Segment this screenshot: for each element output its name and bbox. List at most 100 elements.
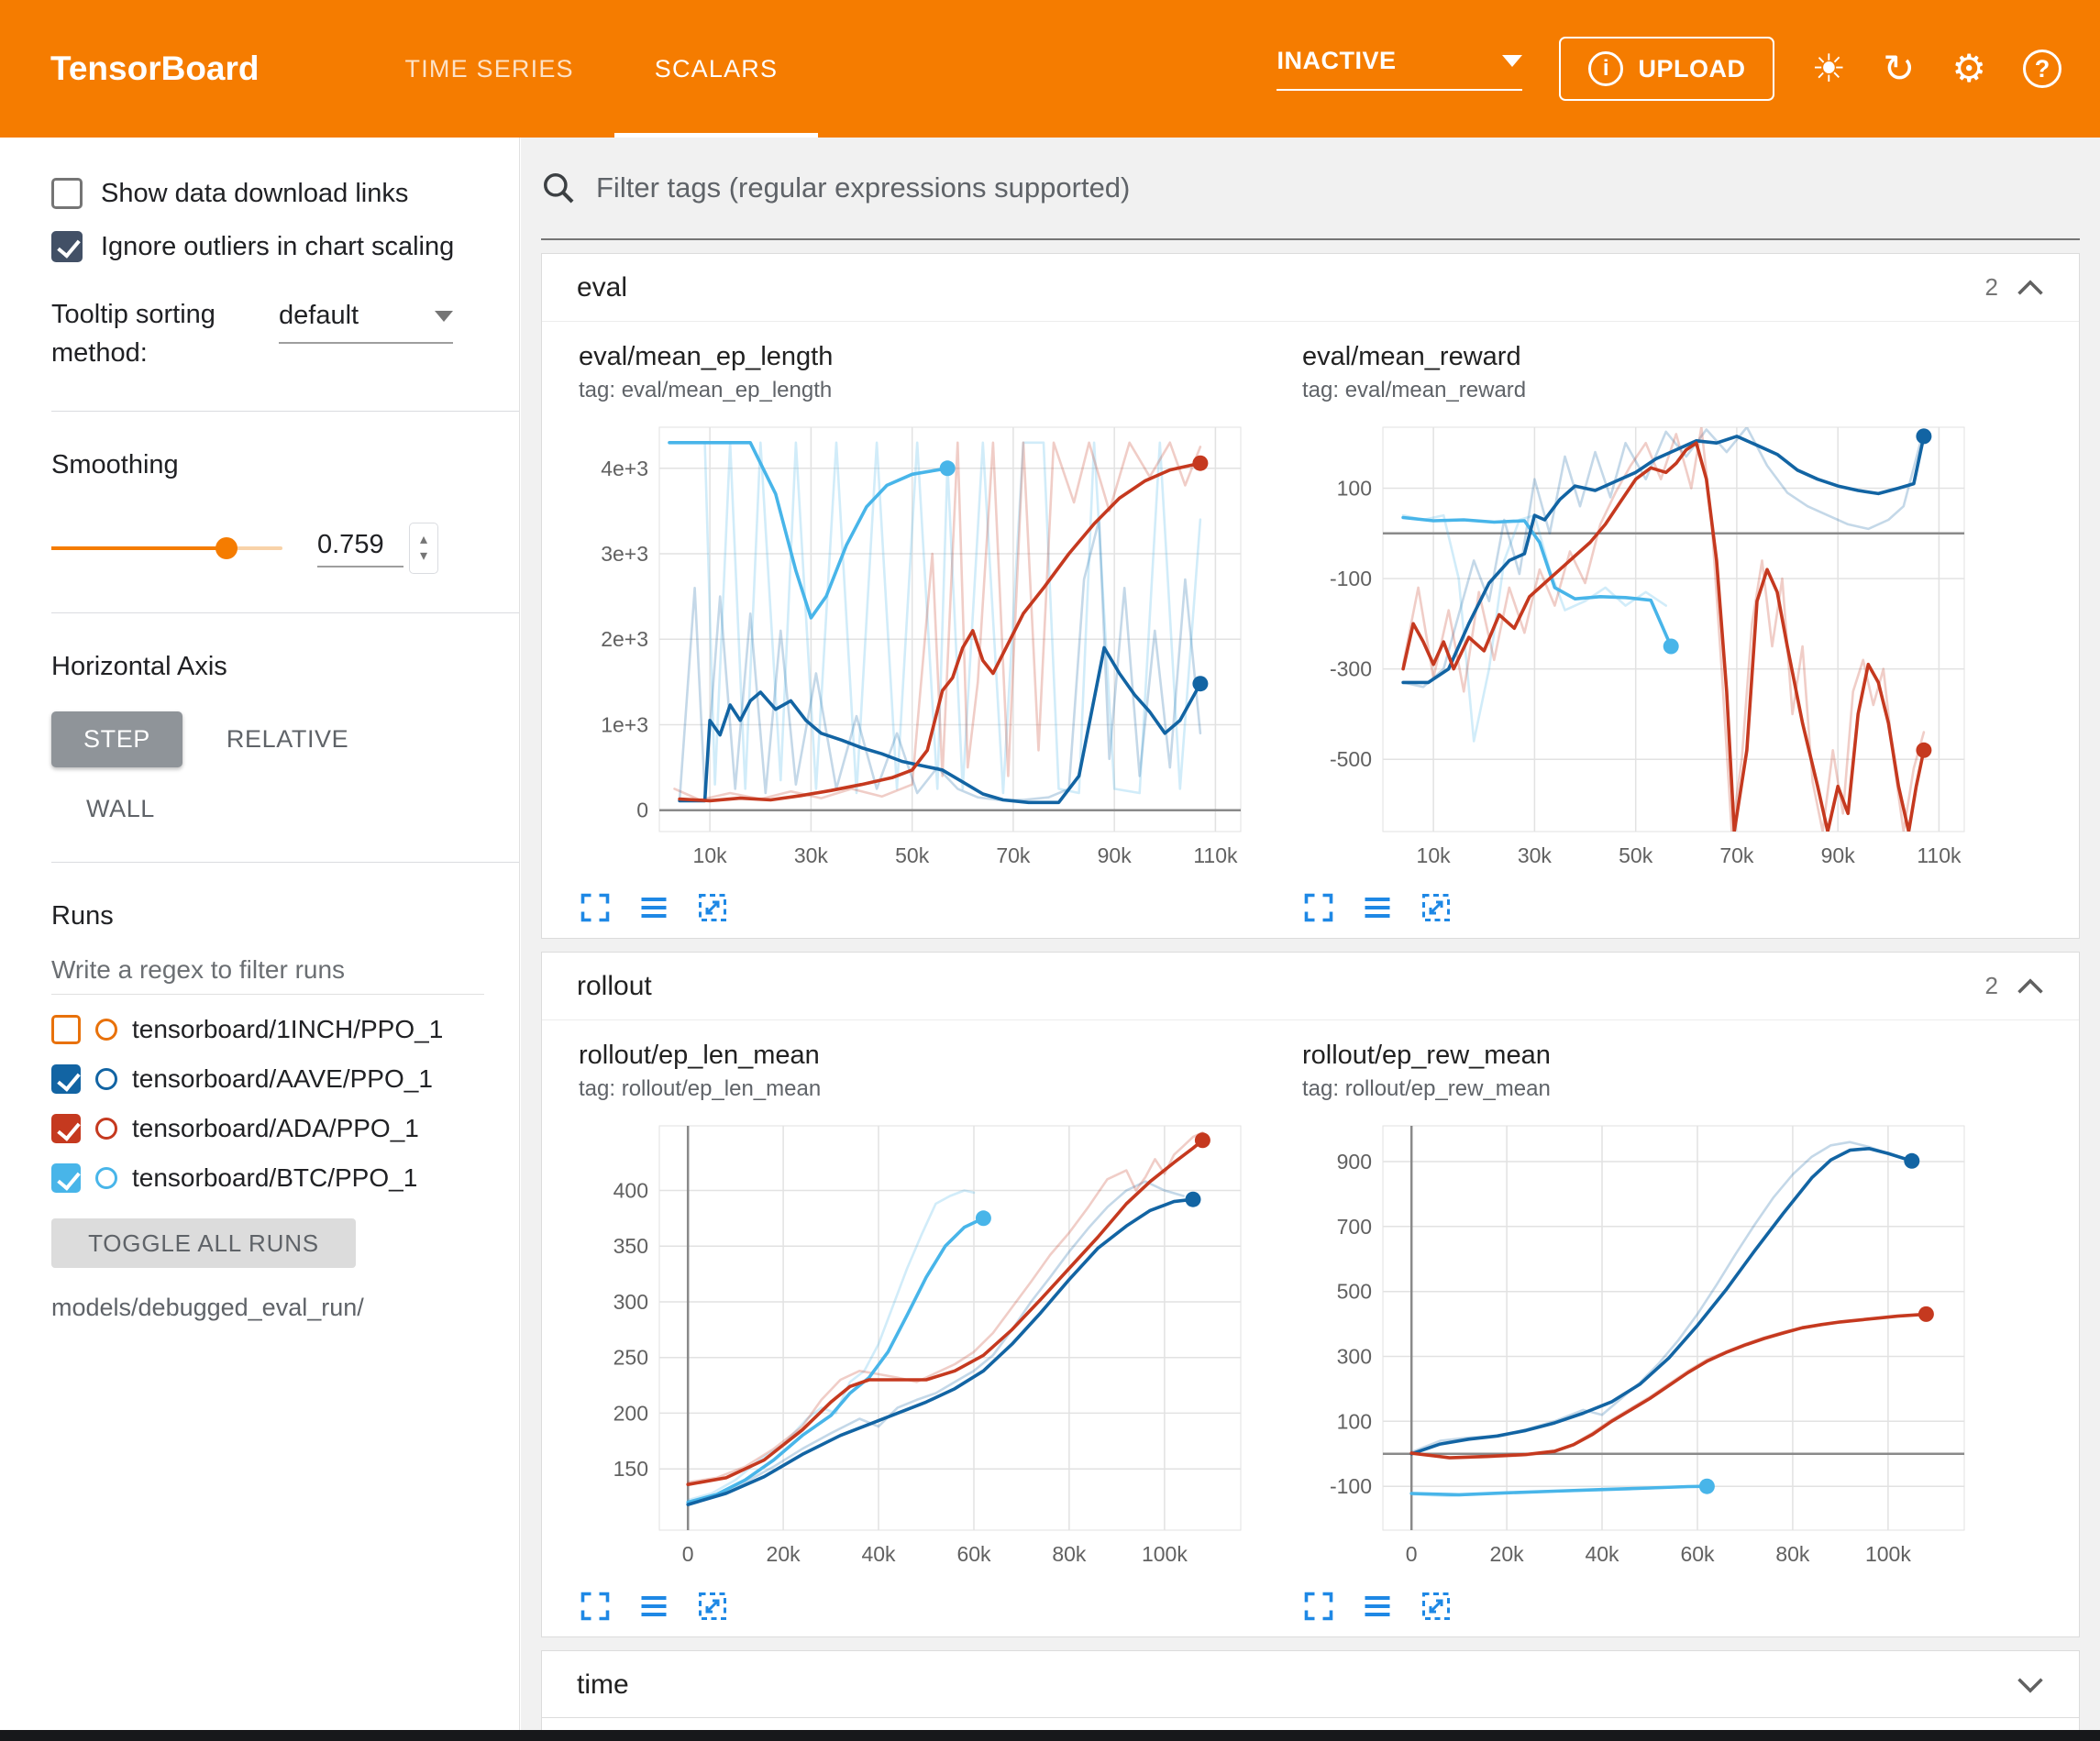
ignore-outliers-checkbox[interactable] bbox=[51, 231, 83, 262]
chart-title: rollout/ep_len_mean bbox=[579, 1041, 1262, 1071]
svg-text:90k: 90k bbox=[1821, 843, 1856, 867]
line-chart-plot[interactable]: 10k30k50k70k90k110k01e+32e+33e+34e+3 bbox=[579, 414, 1253, 887]
section-header-time[interactable]: time bbox=[542, 1651, 2079, 1719]
data-lines-icon[interactable] bbox=[1361, 891, 1394, 927]
smoothing-stepper[interactable]: ▴ ▾ bbox=[409, 523, 438, 574]
chart-tag: tag: rollout/ep_len_mean bbox=[579, 1076, 1262, 1102]
run-checkbox[interactable] bbox=[51, 1163, 81, 1193]
upload-button[interactable]: i UPLOAD bbox=[1559, 37, 1774, 101]
chart-tag: tag: eval/mean_ep_length bbox=[579, 378, 1262, 403]
run-color-circle[interactable] bbox=[95, 1167, 117, 1189]
expand-chart-icon[interactable] bbox=[579, 1590, 612, 1625]
show-download-links-row[interactable]: Show data download links bbox=[51, 178, 484, 209]
settings-gear-icon[interactable]: ⚙ bbox=[1951, 50, 1986, 88]
svg-text:700: 700 bbox=[1337, 1215, 1372, 1239]
expand-chart-icon[interactable] bbox=[1302, 1590, 1335, 1625]
chart-title: rollout/ep_rew_mean bbox=[1302, 1041, 1985, 1071]
chevron-up-icon[interactable] bbox=[2017, 977, 2044, 995]
expand-chart-icon[interactable] bbox=[579, 891, 612, 927]
smoothing-slider-knob[interactable] bbox=[216, 537, 238, 559]
svg-text:40k: 40k bbox=[861, 1542, 896, 1566]
expand-chart-icon[interactable] bbox=[1302, 891, 1335, 927]
run-color-circle[interactable] bbox=[95, 1019, 117, 1041]
axis-relative-button[interactable]: RELATIVE bbox=[227, 725, 348, 754]
section-title: rollout bbox=[577, 971, 652, 1002]
section-header-rollout[interactable]: rollout 2 bbox=[542, 953, 2079, 1020]
svg-text:70k: 70k bbox=[1719, 843, 1754, 867]
section-card-time: time bbox=[541, 1650, 2080, 1720]
chart-actions bbox=[1302, 1587, 1985, 1627]
run-checkbox[interactable] bbox=[51, 1114, 81, 1143]
tooltip-sorting-select[interactable]: default bbox=[279, 301, 453, 344]
section-meta bbox=[2017, 1677, 2044, 1694]
help-icon[interactable]: ? bbox=[2023, 50, 2061, 88]
axis-step-button[interactable]: STEP bbox=[51, 711, 182, 767]
chevron-down-icon bbox=[435, 311, 453, 322]
show-download-links-checkbox[interactable] bbox=[51, 178, 83, 209]
line-chart-plot[interactable]: 020k40k60k80k100k-100100300500700900 bbox=[1302, 1113, 1976, 1585]
svg-text:250: 250 bbox=[613, 1346, 648, 1370]
topbar-actions: INACTIVE i UPLOAD ☀ ↻ ⚙ ? bbox=[1277, 37, 2061, 101]
info-icon: i bbox=[1588, 51, 1623, 86]
run-item-aave[interactable]: tensorboard/AAVE/PPO_1 bbox=[51, 1064, 484, 1094]
chart-tag: tag: rollout/ep_rew_mean bbox=[1302, 1076, 1985, 1102]
section-body: rollout/ep_len_mean tag: rollout/ep_len_… bbox=[542, 1020, 2079, 1636]
fit-domain-icon[interactable] bbox=[1420, 891, 1453, 927]
svg-text:10k: 10k bbox=[693, 843, 728, 867]
svg-text:500: 500 bbox=[1337, 1280, 1372, 1304]
svg-text:110k: 110k bbox=[1917, 843, 1962, 867]
svg-text:2e+3: 2e+3 bbox=[601, 627, 648, 651]
run-item-btc[interactable]: tensorboard/BTC/PPO_1 bbox=[51, 1163, 484, 1193]
svg-text:60k: 60k bbox=[1680, 1542, 1715, 1566]
run-color-circle[interactable] bbox=[95, 1118, 117, 1140]
smoothing-slider-fill bbox=[51, 546, 227, 550]
svg-text:0: 0 bbox=[682, 1542, 694, 1566]
run-checkbox[interactable] bbox=[51, 1015, 81, 1044]
chevron-down-icon[interactable] bbox=[2017, 1677, 2044, 1694]
axis-wall-button[interactable]: WALL bbox=[86, 795, 155, 823]
toggle-all-runs-button[interactable]: TOGGLE ALL RUNS bbox=[51, 1218, 356, 1268]
tooltip-sorting-label: Tooltip sorting method: bbox=[51, 295, 270, 372]
svg-text:-100: -100 bbox=[1330, 1474, 1372, 1498]
run-color-circle[interactable] bbox=[95, 1068, 117, 1090]
scalar-chart-rollout-ep-rew-mean: rollout/ep_rew_mean tag: rollout/ep_rew_… bbox=[1302, 1041, 1985, 1627]
fit-domain-icon[interactable] bbox=[696, 1590, 729, 1625]
runs-filter-input[interactable] bbox=[51, 955, 484, 995]
tab-time-series[interactable]: TIME SERIES bbox=[365, 0, 614, 138]
ignore-outliers-row[interactable]: Ignore outliers in chart scaling bbox=[51, 231, 484, 262]
chevron-up-icon[interactable] bbox=[2017, 279, 2044, 296]
line-chart-plot[interactable]: 020k40k60k80k100k150200250300350400 bbox=[579, 1113, 1253, 1585]
search-icon bbox=[541, 171, 576, 205]
svg-text:1e+3: 1e+3 bbox=[601, 713, 648, 737]
tab-scalars[interactable]: SCALARS bbox=[614, 0, 818, 138]
svg-text:50k: 50k bbox=[895, 843, 930, 867]
brightness-icon[interactable]: ☀ bbox=[1811, 50, 1846, 88]
run-item-ada[interactable]: tensorboard/ADA/PPO_1 bbox=[51, 1114, 484, 1143]
section-header-eval[interactable]: eval 2 bbox=[542, 254, 2079, 322]
svg-text:0: 0 bbox=[1406, 1542, 1418, 1566]
caret-down-icon[interactable]: ▾ bbox=[420, 548, 427, 565]
chart-count: 2 bbox=[1985, 972, 1998, 1000]
smoothing-slider[interactable] bbox=[51, 546, 282, 550]
svg-text:70k: 70k bbox=[996, 843, 1031, 867]
divider bbox=[51, 862, 519, 863]
fit-domain-icon[interactable] bbox=[696, 891, 729, 927]
refresh-icon[interactable]: ↻ bbox=[1883, 50, 1915, 88]
status-dropdown[interactable]: INACTIVE bbox=[1277, 47, 1522, 91]
run-item-1inch[interactable]: tensorboard/1INCH/PPO_1 bbox=[51, 1015, 484, 1044]
run-label: tensorboard/ADA/PPO_1 bbox=[132, 1114, 419, 1143]
svg-text:100k: 100k bbox=[1865, 1542, 1911, 1566]
data-lines-icon[interactable] bbox=[637, 1590, 670, 1625]
chart-title: eval/mean_reward bbox=[1302, 342, 1985, 372]
smoothing-value-input[interactable]: 0.759 bbox=[317, 530, 403, 567]
tag-filter-input[interactable] bbox=[596, 171, 2080, 204]
svg-text:0: 0 bbox=[636, 799, 648, 822]
chevron-down-icon bbox=[1502, 55, 1522, 67]
data-lines-icon[interactable] bbox=[637, 891, 670, 927]
caret-up-icon[interactable]: ▴ bbox=[420, 532, 427, 548]
run-checkbox[interactable] bbox=[51, 1064, 81, 1094]
ignore-outliers-label: Ignore outliers in chart scaling bbox=[101, 232, 454, 262]
line-chart-plot[interactable]: 10k30k50k70k90k110k100-100-300-500 bbox=[1302, 414, 1976, 887]
data-lines-icon[interactable] bbox=[1361, 1590, 1394, 1625]
fit-domain-icon[interactable] bbox=[1420, 1590, 1453, 1625]
